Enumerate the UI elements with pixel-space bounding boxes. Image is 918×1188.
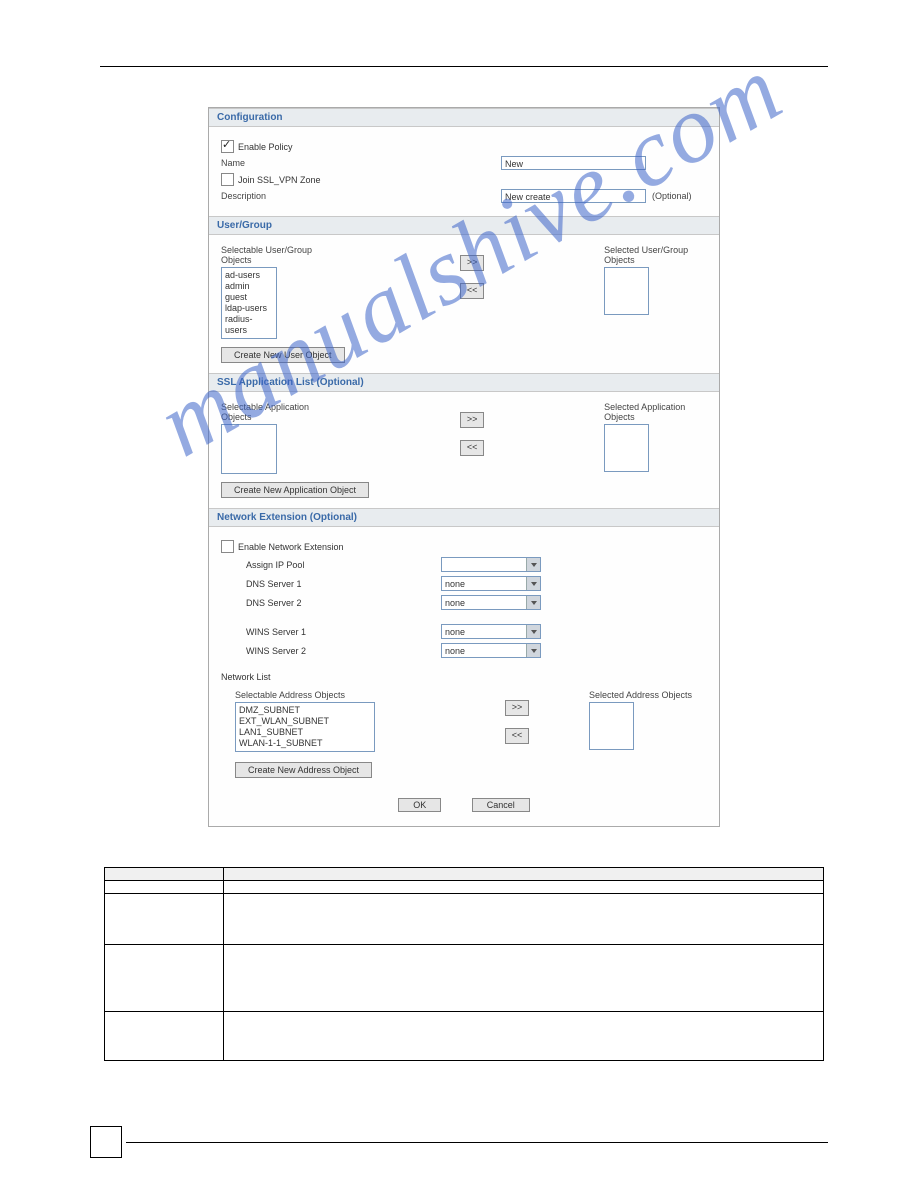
- wins-server-1-select[interactable]: none: [441, 624, 541, 639]
- selected-app-label: Selected Application Objects: [604, 402, 707, 422]
- chevron-down-icon: [526, 577, 540, 590]
- footer-rule: [126, 1142, 828, 1143]
- table-cell-label: [105, 881, 224, 894]
- move-left-button[interactable]: <<: [505, 728, 529, 744]
- enable-policy-checkbox[interactable]: [221, 140, 234, 153]
- table-row: [105, 1012, 824, 1061]
- name-input[interactable]: New: [501, 156, 646, 170]
- description-input[interactable]: New create: [501, 189, 646, 203]
- dialog-footer: OK Cancel: [209, 788, 719, 826]
- network-list-label: Network List: [221, 672, 707, 682]
- list-item[interactable]: guest: [225, 292, 273, 303]
- move-right-button[interactable]: >>: [460, 255, 484, 271]
- enable-network-extension-checkbox[interactable]: [221, 540, 234, 553]
- chevron-down-icon: [526, 644, 540, 657]
- join-ssl-vpn-zone-checkbox[interactable]: [221, 173, 234, 186]
- selectable-address-label: Selectable Address Objects: [235, 690, 375, 700]
- shuttle-buttons-user-group: >> <<: [460, 245, 484, 309]
- list-item[interactable]: ad-users: [225, 270, 273, 281]
- section-header-configuration: Configuration: [209, 108, 719, 127]
- join-ssl-vpn-zone-label: Join SSL_VPN Zone: [238, 175, 321, 185]
- table-cell-desc: [224, 1012, 824, 1061]
- selected-user-group-column: Selected User/Group Objects: [604, 245, 707, 315]
- description-table: [104, 867, 824, 1061]
- cancel-button[interactable]: Cancel: [472, 798, 530, 812]
- table-row: [105, 945, 824, 1012]
- list-item[interactable]: EXT_WLAN_SUBNET: [239, 716, 371, 727]
- selectable-user-group-column: Selectable User/Group Objects ad-users a…: [221, 245, 330, 339]
- list-item[interactable]: radius-users: [225, 314, 273, 336]
- shuttle-buttons-address: >> <<: [505, 690, 529, 754]
- selectable-address-column: Selectable Address Objects DMZ_SUBNET EX…: [235, 690, 375, 752]
- description-label: Description: [221, 191, 501, 201]
- dns-server-1-label: DNS Server 1: [221, 579, 441, 589]
- shuttle-buttons-app: >> <<: [460, 402, 484, 466]
- section-body-ssl-app: Selectable Application Objects >> << Sel…: [209, 392, 719, 508]
- selected-app-column: Selected Application Objects: [604, 402, 707, 472]
- enable-network-extension-label: Enable Network Extension: [238, 542, 344, 552]
- table-cell-desc: [224, 894, 824, 945]
- config-dialog: Configuration Enable Policy Name New Joi…: [208, 107, 720, 827]
- page-container: manualshive.com Configuration Enable Pol…: [0, 0, 918, 1188]
- dns-server-1-select[interactable]: none: [441, 576, 541, 591]
- section-header-ssl-app: SSL Application List (Optional): [209, 373, 719, 392]
- table-cell-desc: [224, 945, 824, 1012]
- create-new-address-object-button[interactable]: Create New Address Object: [235, 762, 372, 778]
- table-cell-label: [105, 894, 224, 945]
- dns-server-2-select[interactable]: none: [441, 595, 541, 610]
- move-left-button[interactable]: <<: [460, 440, 484, 456]
- table-row: [105, 894, 824, 945]
- section-body-network-ext: Enable Network Extension Assign IP Pool …: [209, 527, 719, 788]
- table-cell-label: [105, 945, 224, 1012]
- enable-policy-label: Enable Policy: [238, 142, 293, 152]
- table-cell-label: [105, 1012, 224, 1061]
- list-item[interactable]: DMZ_SUBNET: [239, 705, 371, 716]
- create-new-user-object-button[interactable]: Create New User Object: [221, 347, 345, 363]
- move-right-button[interactable]: >>: [505, 700, 529, 716]
- chevron-down-icon: [526, 625, 540, 638]
- assign-ip-pool-select[interactable]: [441, 557, 541, 572]
- list-item[interactable]: ldap-users: [225, 303, 273, 314]
- header-rule: [100, 66, 828, 67]
- chevron-down-icon: [526, 596, 540, 609]
- selected-address-listbox[interactable]: [589, 702, 634, 750]
- list-item[interactable]: admin: [225, 281, 273, 292]
- table-cell-desc: [224, 881, 824, 894]
- table-header-label: [105, 868, 224, 881]
- selected-user-group-listbox[interactable]: [604, 267, 649, 315]
- selected-address-label: Selected Address Objects: [589, 690, 692, 700]
- chevron-down-icon: [526, 558, 540, 571]
- list-item[interactable]: WLAN-1-1_SUBNET: [239, 738, 371, 749]
- table-row: [105, 881, 824, 894]
- section-header-user-group: User/Group: [209, 216, 719, 235]
- section-header-network-ext: Network Extension (Optional): [209, 508, 719, 527]
- dns-server-2-label: DNS Server 2: [221, 598, 441, 608]
- ok-button[interactable]: OK: [398, 798, 441, 812]
- section-body-user-group: Selectable User/Group Objects ad-users a…: [209, 235, 719, 373]
- wins-server-2-select[interactable]: none: [441, 643, 541, 658]
- create-new-application-object-button[interactable]: Create New Application Object: [221, 482, 369, 498]
- selected-user-group-label: Selected User/Group Objects: [604, 245, 707, 265]
- selectable-address-listbox[interactable]: DMZ_SUBNET EXT_WLAN_SUBNET LAN1_SUBNET W…: [235, 702, 375, 752]
- selectable-app-listbox[interactable]: [221, 424, 277, 474]
- name-label: Name: [221, 158, 501, 168]
- assign-ip-pool-label: Assign IP Pool: [221, 560, 441, 570]
- selected-app-listbox[interactable]: [604, 424, 649, 472]
- table-header-description: [224, 868, 824, 881]
- description-optional-text: (Optional): [652, 191, 692, 201]
- selectable-user-group-listbox[interactable]: ad-users admin guest ldap-users radius-u…: [221, 267, 277, 339]
- selectable-app-label: Selectable Application Objects: [221, 402, 330, 422]
- selectable-user-group-label: Selectable User/Group Objects: [221, 245, 330, 265]
- move-left-button[interactable]: <<: [460, 283, 484, 299]
- selected-address-column: Selected Address Objects: [589, 690, 692, 750]
- move-right-button[interactable]: >>: [460, 412, 484, 428]
- list-item[interactable]: LAN1_SUBNET: [239, 727, 371, 738]
- page-number-box: [90, 1126, 122, 1158]
- wins-server-2-label: WINS Server 2: [221, 646, 441, 656]
- selectable-app-column: Selectable Application Objects: [221, 402, 330, 474]
- section-body-configuration: Enable Policy Name New Join SSL_VPN Zone…: [209, 127, 719, 216]
- wins-server-1-label: WINS Server 1: [221, 627, 441, 637]
